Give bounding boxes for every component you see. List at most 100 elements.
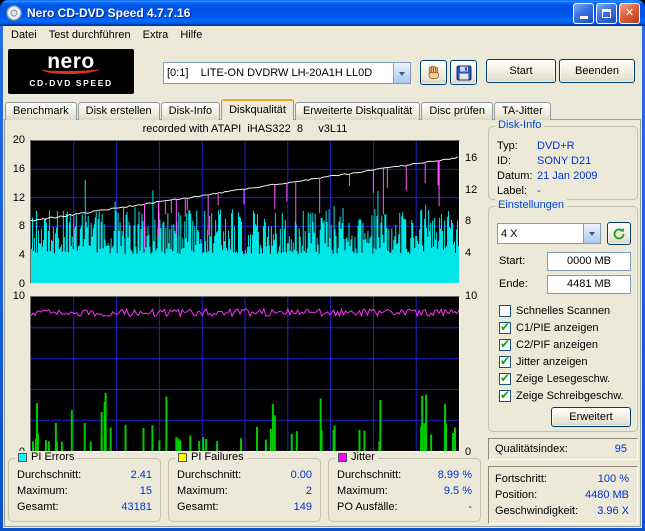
titlebar[interactable]: Nero CD-DVD Speed 4.7.7.16 ✕ <box>0 0 645 26</box>
stat-label: Durchschnitt: <box>17 469 82 481</box>
tab-page-diskqualitaet: recorded with ATAPI iHAS322 8 v3L11 20 16… <box>4 119 641 527</box>
minimize-button[interactable] <box>573 2 594 24</box>
checkbox-schnelles-scannen[interactable]: Schnelles Scannen <box>499 304 635 318</box>
stat-label: Maximum: <box>17 485 68 497</box>
checkbox-label: Schnelles Scannen <box>516 305 611 317</box>
pi-errors-group: PI Errors Durchschnitt: 2.41 Maximum: 15 G… <box>8 451 161 522</box>
disk-info-label: Datum: <box>497 170 533 182</box>
disk-info-title: Disk-Info <box>495 119 545 132</box>
tab-disk-erstellen[interactable]: Disk erstellen <box>77 102 160 120</box>
stat-value: 8.99 % <box>437 469 472 481</box>
end-field[interactable]: 4481 MB <box>547 275 631 294</box>
stat-value: 15 <box>139 485 152 497</box>
chevron-down-icon[interactable] <box>583 224 600 243</box>
close-button[interactable]: ✕ <box>619 2 640 24</box>
stat-label: Gesamt: <box>177 501 219 513</box>
menu-extra[interactable]: Extra <box>137 28 175 42</box>
stat-value: 2.41 <box>130 469 152 481</box>
tab-ta-jitter[interactable]: TA-Jitter <box>494 102 551 120</box>
settings-title: Einstellungen <box>495 199 568 212</box>
menu-test-durchfuehren[interactable]: Test durchführen <box>43 28 137 42</box>
checkbox-label: Zeige Lesegeschw. <box>516 373 611 385</box>
axis-tick-label: 8 <box>465 215 472 227</box>
group-title: PI Errors <box>31 451 75 463</box>
menubar: Datei Test durchführen Extra Hilfe <box>3 26 642 44</box>
logo-product: CD-DVD SPEED <box>29 78 113 88</box>
checkbox-label: Jitter anzeigen <box>516 356 588 368</box>
checkbox-icon <box>499 354 511 368</box>
quality-index-label: Qualitätsindex: <box>495 443 568 455</box>
pie-chart-left-axis: 20 16 12 8 4 0 <box>5 134 27 290</box>
jitter-color-swatch <box>338 453 347 462</box>
maximize-button[interactable] <box>596 2 617 24</box>
logo-brand: nero <box>47 50 95 73</box>
axis-tick-label: 16 <box>12 163 25 175</box>
drive-select-value: [0:1] LITE-ON DVDRW LH-20A1H LL0D <box>167 67 373 79</box>
client-area: Datei Test durchführen Extra Hilfe nero … <box>3 26 642 528</box>
start-field[interactable]: 0000 MB <box>547 252 631 271</box>
save-button[interactable] <box>450 60 477 85</box>
tab-disk-info[interactable]: Disk-Info <box>160 102 221 120</box>
pie-chart-right-axis: 16 12 8 4 <box>463 140 485 284</box>
drive-select[interactable]: [0:1] LITE-ON DVDRW LH-20A1H LL0D <box>163 62 411 84</box>
axis-tick-label: 4 <box>18 249 25 261</box>
minimize-icon <box>579 16 588 19</box>
stat-label: Maximum: <box>177 485 228 497</box>
pie-speed-chart <box>30 140 460 284</box>
tab-benchmark[interactable]: Benchmark <box>5 102 77 120</box>
checkbox-c1-pie[interactable]: C1/PIE anzeigen <box>499 320 635 335</box>
progress-label: Fortschritt: <box>495 473 547 485</box>
axis-tick-label: 10 <box>12 290 25 302</box>
chart-header: recorded with ATAPI iHAS322 8 v3L11 <box>142 123 348 135</box>
position-label: Position: <box>495 489 538 501</box>
tab-erweiterte-diskqualitaet[interactable]: Erweiterte Diskqualität <box>294 102 421 120</box>
checkbox-icon <box>499 320 511 334</box>
tab-disc-pruefen[interactable]: Disc prüfen <box>421 102 494 120</box>
disk-info-label: Label: <box>497 185 527 197</box>
refresh-button[interactable] <box>607 222 631 245</box>
nero-logo: nero CD-DVD SPEED <box>8 49 134 94</box>
stat-value: - <box>468 501 472 513</box>
checkbox-c2-pif[interactable]: C2/PIF anzeigen <box>499 337 635 352</box>
quit-button[interactable]: Beenden <box>559 59 635 83</box>
pif-color-swatch <box>178 453 187 462</box>
checkbox-icon <box>499 388 511 402</box>
speed-select[interactable]: 4 X <box>497 223 601 244</box>
tab-bar: Benchmark Disk erstellen Disk-Info Diskq… <box>5 99 552 120</box>
eject-disc-button[interactable] <box>420 60 447 85</box>
menu-hilfe[interactable]: Hilfe <box>174 28 208 42</box>
axis-tick-label: 0 <box>465 446 472 458</box>
quality-index-panel: Qualitätsindex: 95 <box>488 438 638 460</box>
floppy-icon <box>456 65 471 80</box>
quality-index-value: 95 <box>614 443 627 455</box>
stat-value: 0.00 <box>290 469 312 481</box>
disk-info-value: 21 Jan 2009 <box>537 170 598 182</box>
jitter-group: Jitter Durchschnitt: 8.99 % Maximum: 9.5 %… <box>328 451 481 522</box>
checkbox-icon <box>499 371 511 385</box>
checkbox-lesegeschw[interactable]: Zeige Lesegeschw. <box>499 371 635 386</box>
menu-datei[interactable]: Datei <box>5 28 43 42</box>
advanced-button[interactable]: Erweitert <box>551 407 631 427</box>
axis-tick-label: 0 <box>18 278 25 290</box>
axis-tick-label: 10 <box>465 290 478 302</box>
tab-diskqualitaet[interactable]: Diskqualität <box>221 99 294 120</box>
chevron-down-icon[interactable] <box>393 63 410 83</box>
position-value: 4480 MB <box>584 489 629 501</box>
maximize-icon <box>602 8 611 18</box>
stat-value: 149 <box>293 501 312 513</box>
checkbox-schreibgeschw[interactable]: Zeige Schreibgeschw. <box>499 388 635 403</box>
checkbox-jitter[interactable]: Jitter anzeigen <box>499 354 635 369</box>
window-title: Nero CD-DVD Speed 4.7.7.16 <box>27 6 191 20</box>
start-label: Start: <box>499 255 526 267</box>
start-button[interactable]: Start <box>486 59 556 83</box>
speed-label: Geschwindigkeit: <box>495 505 579 517</box>
group-title: Jitter <box>351 451 375 463</box>
stat-value: 43181 <box>121 501 152 513</box>
speed-value: 3.96 X <box>597 505 629 517</box>
axis-tick-label: 8 <box>18 220 25 232</box>
checkbox-icon <box>499 337 511 351</box>
disk-info-label: ID: <box>497 155 512 167</box>
end-label: Ende: <box>499 278 528 290</box>
axis-tick-label: 20 <box>12 134 25 146</box>
disk-info-value: SONY D21 <box>537 155 592 167</box>
